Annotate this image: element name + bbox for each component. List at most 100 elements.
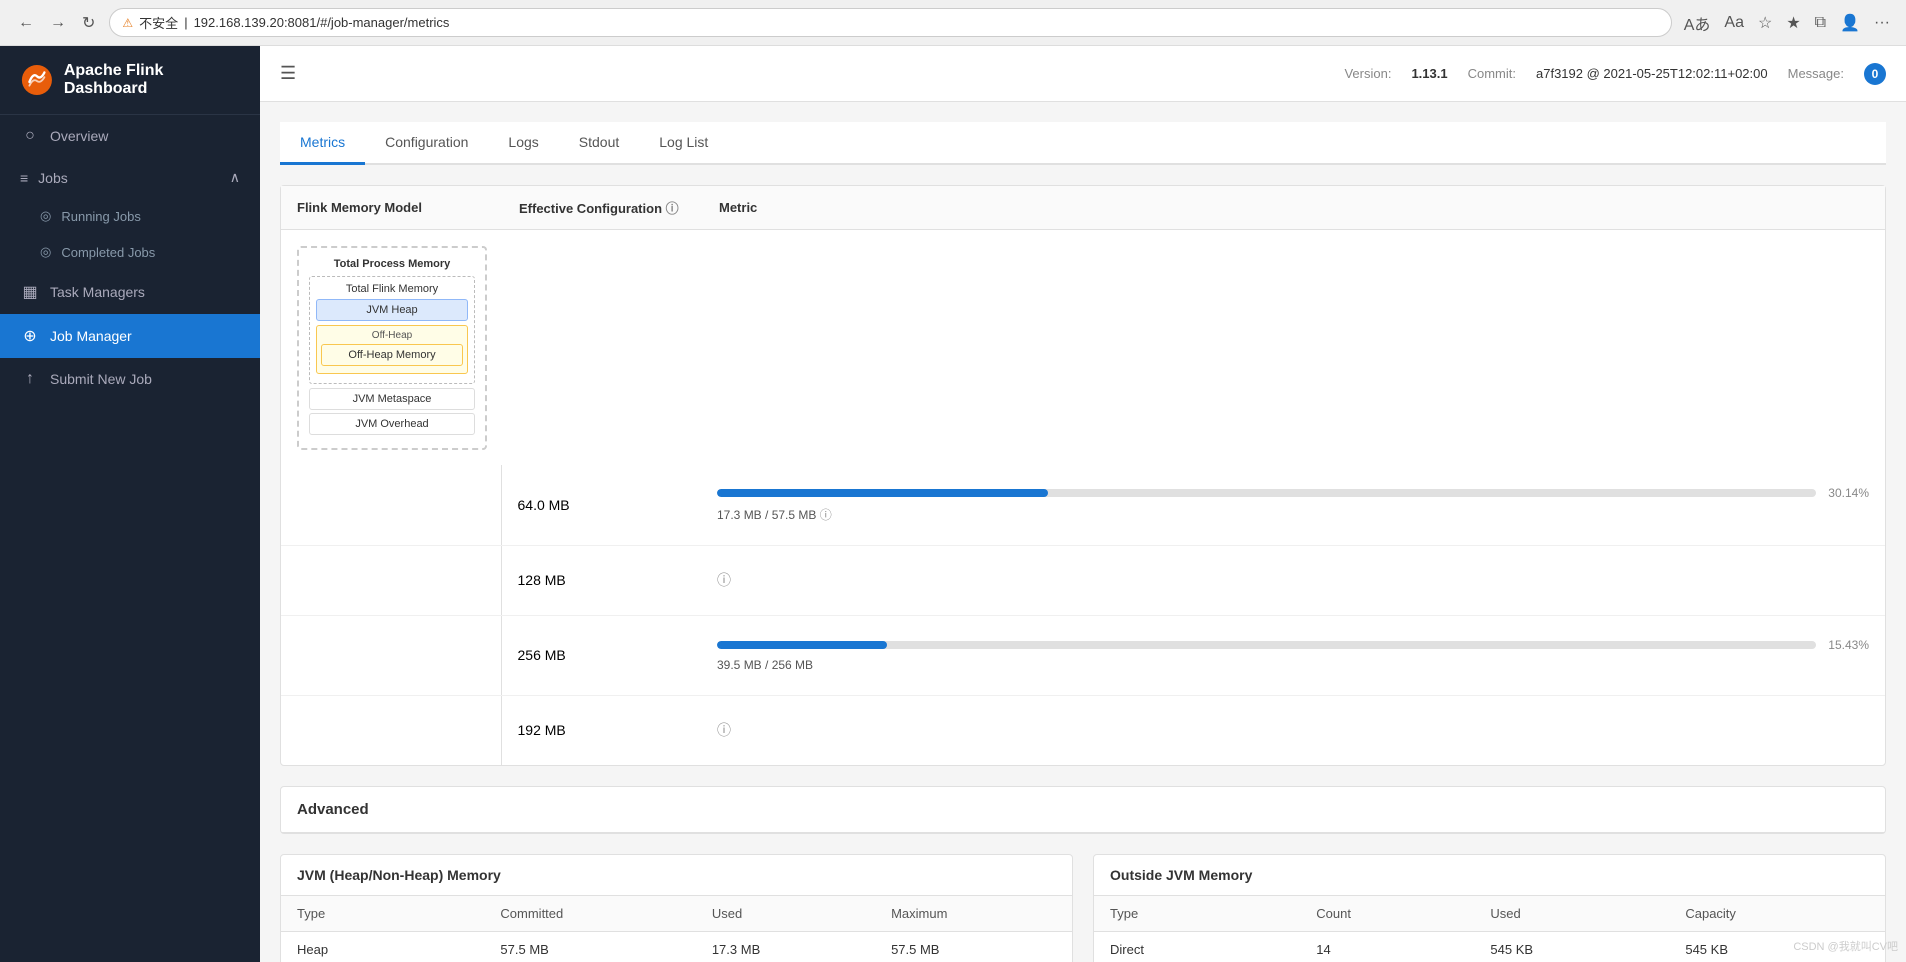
offheap-info-icon[interactable]: ⓘ [717,572,731,588]
flink-logo [20,62,54,98]
profile-icon[interactable]: 👤 [1836,11,1864,35]
more-icon[interactable]: ··· [1870,12,1894,34]
table-row: Direct 14 545 KB 545 KB [1094,932,1885,962]
jvm-metaspace-pct: 15.43% [1824,638,1869,652]
favorite-icon[interactable]: ★ [1782,11,1804,35]
offheap-metric: ⓘ [701,545,1885,615]
browser-nav: ← → ↻ [12,11,101,35]
top-bar: ☰ Version: 1.13.1 Commit: a7f3192 @ 2021… [260,46,1906,102]
jvm-heap-progress-fill [717,489,1048,497]
tab-metrics[interactable]: Metrics [280,122,365,165]
commit-label: Commit: [1468,66,1516,81]
jvm-metaspace-progress-bar [717,641,1816,649]
sidebar-item-jobs[interactable]: ≡ Jobs ∧ [0,157,260,198]
col-count: Count [1300,896,1474,932]
diagram-offheap-group: Off-Heap Off-Heap Memory [316,325,468,374]
col-used: Used [696,896,875,932]
reload-button[interactable]: ↻ [76,11,101,35]
outside-jvm-card: Outside JVM Memory Type Count Used Capac… [1093,854,1886,962]
message-badge: 0 [1864,63,1886,85]
col-header-metric: Metric [703,186,1885,230]
sidebar-item-label-task-managers: Task Managers [50,284,145,300]
collections-icon[interactable]: ⧉ [1811,12,1830,34]
sidebar-item-submit-new-job[interactable]: ↑ Submit New Job [0,358,260,400]
top-bar-left: ☰ [280,63,296,84]
watermark: CSDN @我就叫CV吧 [1793,938,1898,954]
sidebar-navigation: ○ Overview ≡ Jobs ∧ ◎ Running Jobs ◎ Com… [0,115,260,962]
diagram-jvm-heap: JVM Heap [316,299,468,321]
jvm-metaspace-detail: 39.5 MB / 256 MB [717,658,1869,672]
heap-maximum: 57.5 MB [875,932,1072,962]
translate-icon[interactable]: Aあ [1680,9,1715,37]
url-text: 不安全 [139,13,178,32]
read-icon[interactable]: Aa [1720,12,1748,34]
table-row-jvm-metaspace: 256 MB 15.43% 39.5 MB / 256 MB [281,615,1885,695]
jobs-left: ≡ Jobs [20,170,68,186]
jvm-overhead-info-icon[interactable]: ⓘ [717,722,731,738]
col-type: Type [1094,896,1300,932]
version-value: 1.13.1 [1411,66,1447,81]
sidebar-item-running-jobs[interactable]: ◎ Running Jobs [0,198,260,234]
heap-used: 17.3 MB [696,932,875,962]
task-managers-icon: ▦ [20,282,40,302]
diagram-total-process: Total Process Memory [309,258,475,270]
diagram-offheap-memory: Off-Heap Memory [321,344,463,366]
job-manager-icon: ⊕ [20,326,40,346]
advanced-title: Advanced [281,787,1885,833]
diagram-jvm-metaspace: JVM Metaspace [309,388,475,410]
bookmark-star-icon[interactable]: ☆ [1754,11,1776,35]
sidebar-item-label-completed-jobs: Completed Jobs [61,245,155,260]
app-title: Apache Flink Dashboard [64,62,240,98]
message-label: Message: [1788,66,1844,81]
hamburger-button[interactable]: ☰ [280,63,296,84]
browser-actions: Aあ Aa ☆ ★ ⧉ 👤 ··· [1680,9,1894,37]
config-info-icon[interactable]: ⓘ [666,201,679,216]
sidebar: Apache Flink Dashboard ○ Overview ≡ Jobs… [0,46,260,962]
jvm-heap-info-icon[interactable]: ⓘ [820,508,832,522]
app-layout: Apache Flink Dashboard ○ Overview ≡ Jobs… [0,46,1906,962]
back-button[interactable]: ← [12,12,40,34]
table-row-jvm-overhead: 192 MB ⓘ [281,695,1885,765]
jvm-heap-nonheap-card: JVM (Heap/Non-Heap) Memory Type Committe… [280,854,1073,962]
running-jobs-icon: ◎ [40,208,51,224]
tab-log-list[interactable]: Log List [639,122,728,165]
jvm-overhead-metric: ⓘ [701,695,1885,765]
advanced-grid: JVM (Heap/Non-Heap) Memory Type Committe… [280,854,1886,962]
diagram-total-flink: Total Flink Memory [316,283,468,295]
col-header-model: Flink Memory Model [281,186,503,230]
table-row: Heap 57.5 MB 17.3 MB 57.5 MB [281,932,1072,962]
sidebar-item-label-running-jobs: Running Jobs [61,209,141,224]
sidebar-item-completed-jobs[interactable]: ◎ Completed Jobs [0,234,260,270]
jvm-heap-pct: 30.14% [1824,486,1869,500]
submit-job-icon: ↑ [20,370,40,388]
col-committed: Committed [484,896,695,932]
url-value: 192.168.139.20:8081/#/job-manager/metric… [194,15,450,30]
outside-jvm-title: Outside JVM Memory [1094,855,1885,896]
table-row-offheap-memory: 128 MB ⓘ [281,545,1885,615]
security-warning-icon: ⚠ [122,16,133,30]
jobs-icon: ≡ [20,170,28,186]
sidebar-item-job-manager[interactable]: ⊕ Job Manager [0,314,260,358]
sidebar-item-task-managers[interactable]: ▦ Task Managers [0,270,260,314]
tab-logs[interactable]: Logs [488,122,558,165]
memory-metrics-table: 64.0 MB 30.14% 17.3 MB / 57.5 MB ⓘ [281,465,1885,765]
jvm-heap-config: 64.0 MB [501,465,701,545]
tab-configuration[interactable]: Configuration [365,122,488,165]
forward-button[interactable]: → [44,12,72,34]
jvm-heap-metric: 30.14% 17.3 MB / 57.5 MB ⓘ [701,465,1885,545]
col-used: Used [1474,896,1669,932]
sidebar-item-label-jobs: Jobs [38,170,68,186]
address-bar[interactable]: ⚠ 不安全 | 192.168.139.20:8081/#/job-manage… [109,8,1671,37]
jvm-metaspace-progress-fill [717,641,887,649]
direct-count: 14 [1300,932,1474,962]
col-header-config: Effective Configuration ⓘ [503,186,703,230]
overview-icon: ○ [20,127,40,145]
sidebar-item-overview[interactable]: ○ Overview [0,115,260,157]
col-type: Type [281,896,484,932]
memory-table: Flink Memory Model Effective Configurati… [281,186,1885,466]
tab-stdout[interactable]: Stdout [559,122,639,165]
direct-used: 545 KB [1474,932,1669,962]
jvm-metaspace-config: 256 MB [501,615,701,695]
sidebar-item-label-submit-new-job: Submit New Job [50,371,152,387]
table-row-jvm-heap: 64.0 MB 30.14% 17.3 MB / 57.5 MB ⓘ [281,465,1885,545]
